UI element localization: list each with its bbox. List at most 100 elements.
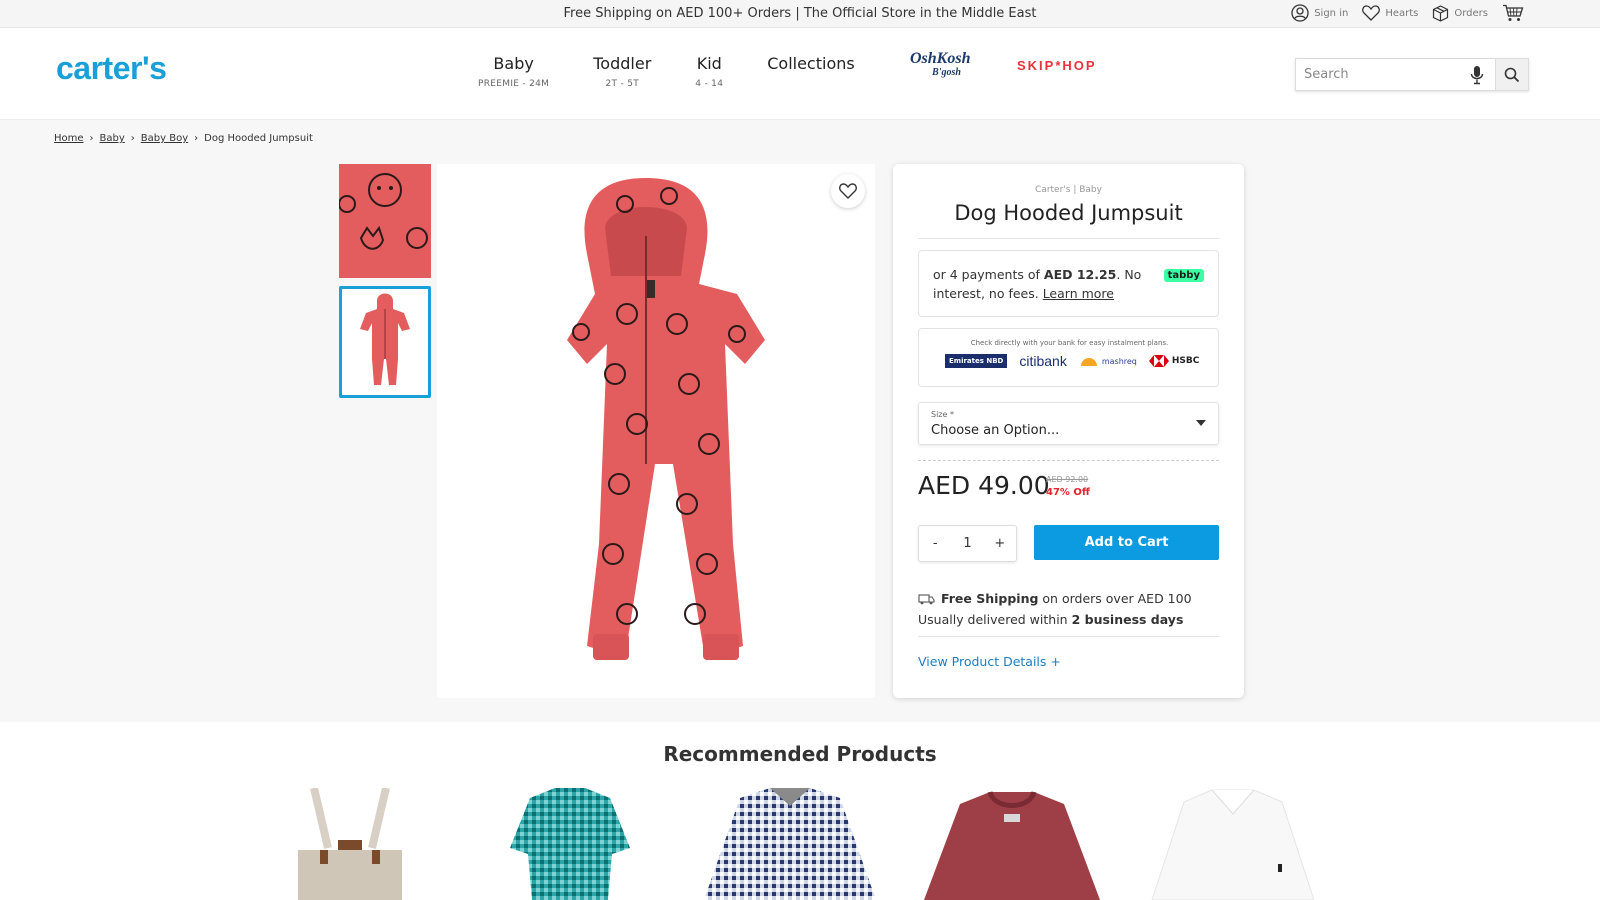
size-label: Size * bbox=[931, 410, 954, 419]
skiphop-logo[interactable]: SKIP*HOP bbox=[1017, 58, 1097, 73]
tabby-prefix: or 4 payments of bbox=[933, 267, 1044, 282]
divider bbox=[918, 636, 1219, 637]
bank-note: Check directly with your bank for easy i… bbox=[970, 339, 1169, 347]
current-price: AED 49.00 bbox=[918, 471, 1050, 500]
promo-bar: Free Shipping on AED 100+ Orders | The O… bbox=[0, 0, 1600, 28]
divider bbox=[918, 460, 1219, 461]
orders-label: Orders bbox=[1454, 7, 1488, 19]
nav-title: Collections bbox=[767, 54, 855, 73]
hsbc-hexagon-icon bbox=[1148, 355, 1169, 367]
nav-title: Toddler bbox=[593, 54, 652, 73]
oshkosh-logo[interactable]: OshKosh B'gosh bbox=[910, 50, 971, 80]
add-to-cart-button[interactable]: Add to Cart bbox=[1034, 525, 1219, 560]
recommended-product-suspender-pants[interactable] bbox=[294, 788, 406, 900]
orders-link[interactable]: Orders bbox=[1432, 4, 1488, 22]
delivery-prefix: Usually delivered within bbox=[918, 612, 1072, 627]
product-thumbnail-2[interactable] bbox=[339, 286, 431, 398]
search-button[interactable] bbox=[1495, 59, 1528, 90]
nav-subtitle: 4 - 14 bbox=[695, 79, 724, 89]
mashreq-label: mashreq bbox=[1101, 356, 1137, 366]
brand-line: Carter's | Baby bbox=[1035, 185, 1102, 195]
bank-installment-banner: Check directly with your bank for easy i… bbox=[918, 328, 1219, 387]
divider bbox=[918, 238, 1219, 239]
tabby-logo: tabby bbox=[1163, 269, 1204, 282]
hearts-link[interactable]: Hearts bbox=[1362, 5, 1418, 21]
free-shipping-bold: Free Shipping bbox=[941, 591, 1039, 606]
recommended-product-navy-gingham-shirt[interactable] bbox=[700, 788, 880, 900]
search-input[interactable] bbox=[1304, 59, 1464, 90]
size-select[interactable]: Size * Choose an Option... bbox=[918, 402, 1219, 445]
recommended-product-maroon-sweatshirt[interactable] bbox=[920, 788, 1104, 900]
nav-item-baby[interactable]: Baby PREEMIE - 24M bbox=[478, 54, 549, 89]
main-nav: Baby PREEMIE - 24M Toddler 2T - 5T Kid 4… bbox=[478, 54, 899, 89]
free-shipping-line: Free Shipping on orders over AED 100 bbox=[918, 588, 1192, 609]
mashreq-logo: mashreq bbox=[1079, 355, 1137, 367]
quantity-decrease-button[interactable]: - bbox=[919, 536, 951, 551]
recommended-product-white-shirt[interactable] bbox=[1148, 788, 1318, 900]
hsbc-label: HSBC bbox=[1171, 356, 1200, 366]
tabby-text: or 4 payments of AED 12.25. No interest,… bbox=[933, 265, 1153, 303]
sign-in-label: Sign in bbox=[1314, 7, 1349, 19]
jumpsuit-image bbox=[567, 178, 765, 660]
breadcrumb-separator: › bbox=[194, 133, 199, 144]
free-shipping-text: Free Shipping on orders over AED 100 bbox=[941, 588, 1192, 609]
nav-item-toddler[interactable]: Toddler 2T - 5T bbox=[593, 54, 651, 89]
oshkosh-wordmark: OshKosh bbox=[910, 50, 971, 67]
citibank-logo: citibank bbox=[1019, 353, 1067, 369]
heart-icon bbox=[1362, 5, 1381, 21]
nav-subtitle: PREEMIE - 24M bbox=[478, 79, 550, 89]
box-icon bbox=[1433, 4, 1449, 22]
breadcrumb-home[interactable]: Home bbox=[54, 133, 84, 144]
product-thumbnail-1[interactable] bbox=[339, 164, 431, 278]
search-icon bbox=[1504, 67, 1520, 82]
breadcrumb: Home › Baby › Baby Boy › Dog Hooded Jumpsui… bbox=[54, 133, 313, 144]
nav-title: Kid bbox=[696, 54, 722, 73]
tabby-installments: or 4 payments of AED 12.25. No interest,… bbox=[918, 250, 1219, 317]
hearts-label: Hearts bbox=[1385, 7, 1419, 19]
tabby-amount: AED 12.25 bbox=[1043, 267, 1117, 282]
tabby-learn-more-link[interactable]: Learn more bbox=[1043, 286, 1114, 301]
recommended-products-section: Recommended Products bbox=[0, 722, 1600, 900]
nav-title: Baby bbox=[493, 54, 534, 73]
carters-logo[interactable]: carter's bbox=[56, 50, 167, 87]
hsbc-logo: HSBC bbox=[1148, 355, 1200, 367]
quantity-stepper: - 1 + bbox=[918, 525, 1017, 562]
view-product-details-link[interactable]: View Product Details + bbox=[918, 654, 1061, 669]
cart-icon bbox=[1503, 4, 1524, 21]
breadcrumb-separator: › bbox=[89, 133, 94, 144]
breadcrumb-baby-boy[interactable]: Baby Boy bbox=[141, 133, 188, 144]
product-info-card: Carter's | Baby Dog Hooded Jumpsuit or 4… bbox=[893, 164, 1244, 698]
nav-subtitle: 2T - 5T bbox=[605, 79, 640, 89]
site-header: carter's Baby PREEMIE - 24M Toddler 2T -… bbox=[0, 28, 1600, 120]
jumpsuit-thumbnail-image bbox=[342, 289, 428, 395]
quantity-increase-button[interactable]: + bbox=[984, 536, 1016, 551]
free-shipping-rest: on orders over AED 100 bbox=[1038, 591, 1192, 606]
original-price: AED 92.00 bbox=[1046, 475, 1089, 484]
sun-icon bbox=[1080, 358, 1097, 366]
shipping-info: Free Shipping on orders over AED 100 Usu… bbox=[918, 588, 1192, 630]
delivery-days: 2 business days bbox=[1071, 612, 1184, 627]
quantity-value[interactable]: 1 bbox=[951, 536, 983, 551]
nav-item-collections[interactable]: Collections bbox=[767, 54, 854, 73]
chevron-down-icon bbox=[1196, 420, 1206, 426]
recommended-title: Recommended Products bbox=[663, 742, 937, 766]
breadcrumb-current: Dog Hooded Jumpsuit bbox=[204, 133, 313, 144]
user-icon bbox=[1291, 4, 1309, 22]
microphone-icon[interactable] bbox=[1470, 65, 1484, 85]
breadcrumb-baby[interactable]: Baby bbox=[100, 133, 125, 144]
fabric-closeup-image bbox=[339, 164, 431, 278]
truck-icon bbox=[918, 593, 935, 604]
size-value: Choose an Option... bbox=[931, 423, 1060, 438]
add-to-hearts-button[interactable] bbox=[831, 174, 865, 208]
breadcrumb-separator: › bbox=[130, 133, 135, 144]
recommended-product-teal-gingham-shirt[interactable] bbox=[500, 788, 640, 900]
delivery-estimate: Usually delivered within 2 business days bbox=[918, 609, 1192, 630]
main-product-image[interactable] bbox=[437, 164, 875, 698]
heart-icon bbox=[839, 183, 857, 199]
account-links: Sign in Hearts Orders bbox=[1291, 4, 1524, 22]
emirates-nbd-logo: Emirates NBD bbox=[945, 354, 1008, 368]
bank-logos: Emirates NBD citibank mashreq HSBC bbox=[945, 353, 1199, 369]
cart-link[interactable] bbox=[1502, 4, 1524, 22]
sign-in-link[interactable]: Sign in bbox=[1291, 4, 1348, 22]
nav-item-kid[interactable]: Kid 4 - 14 bbox=[695, 54, 723, 89]
